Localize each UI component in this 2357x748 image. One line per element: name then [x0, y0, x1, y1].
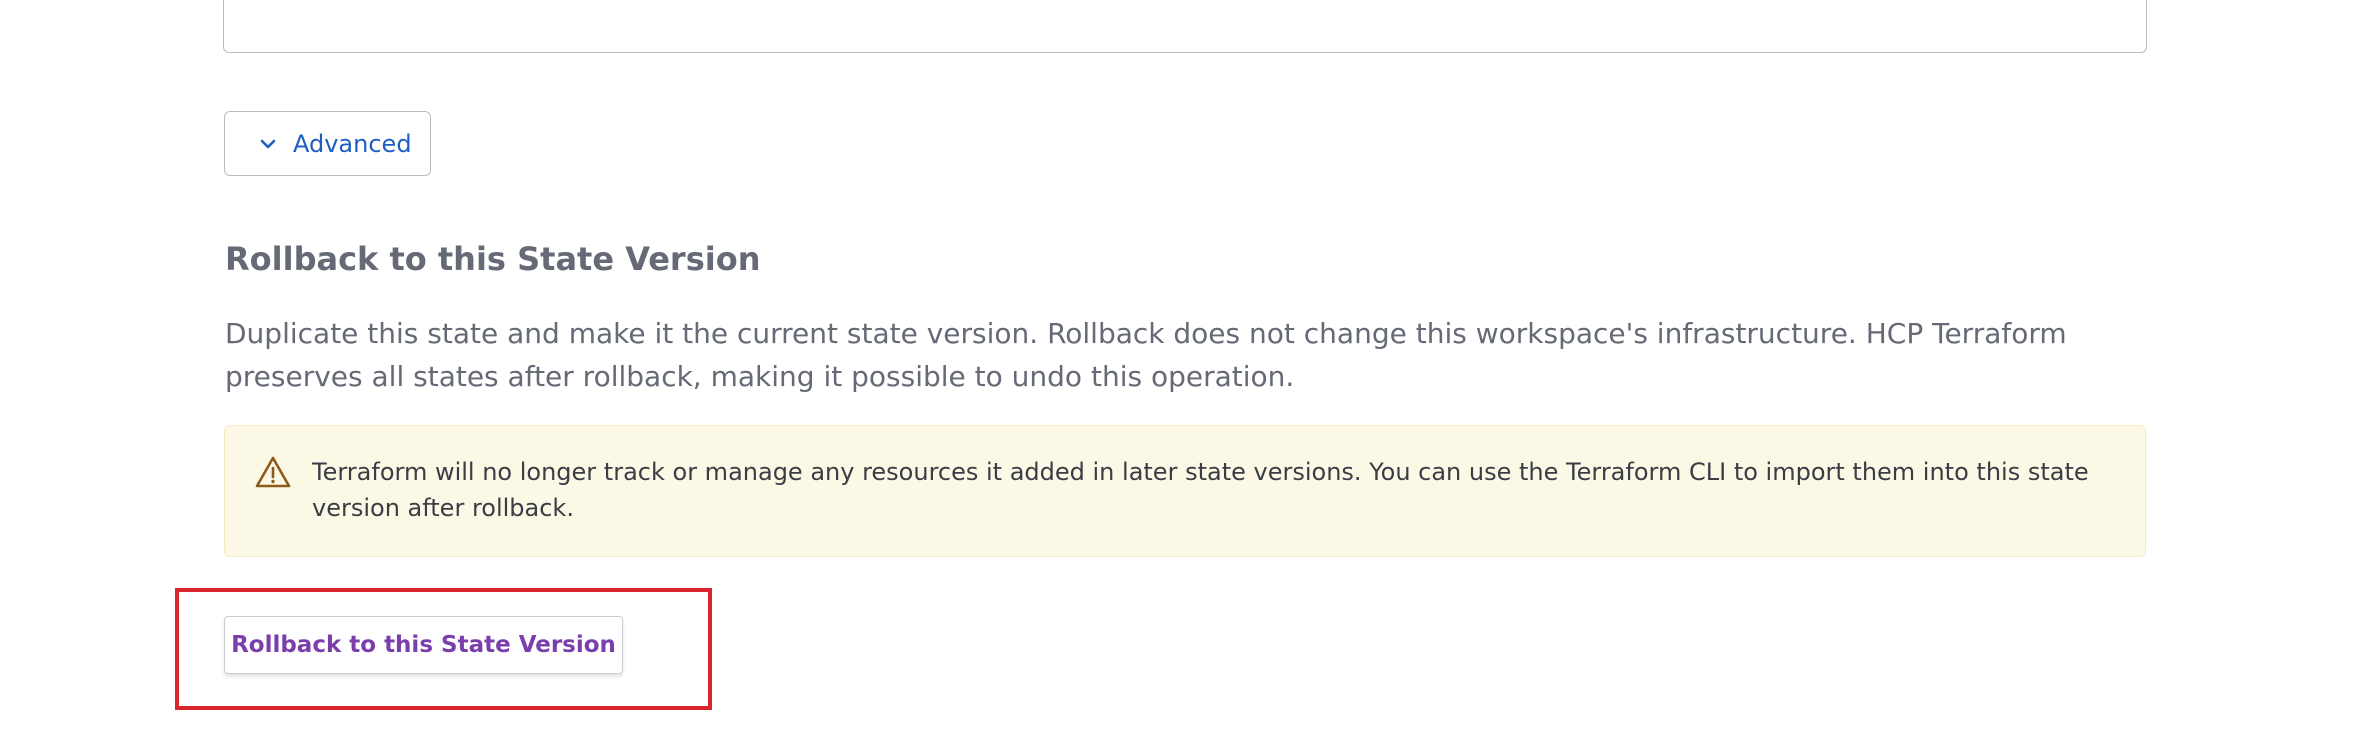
rollback-description: Duplicate this state and make it the cur… — [225, 317, 2067, 393]
rollback-button-label: Rollback to this State Version — [231, 632, 616, 658]
chevron-down-icon — [257, 133, 279, 155]
rollback-button[interactable]: Rollback to this State Version — [224, 616, 623, 674]
warning-triangle-icon — [255, 455, 291, 489]
warning-text: Terraform will no longer track or manage… — [312, 458, 2089, 522]
advanced-toggle-button[interactable]: Advanced — [224, 111, 431, 176]
advanced-label: Advanced — [293, 129, 412, 158]
state-output-box — [223, 0, 2147, 53]
warning-alert: Terraform will no longer track or manage… — [224, 425, 2146, 557]
rollback-section-heading: Rollback to this State Version — [225, 240, 761, 278]
